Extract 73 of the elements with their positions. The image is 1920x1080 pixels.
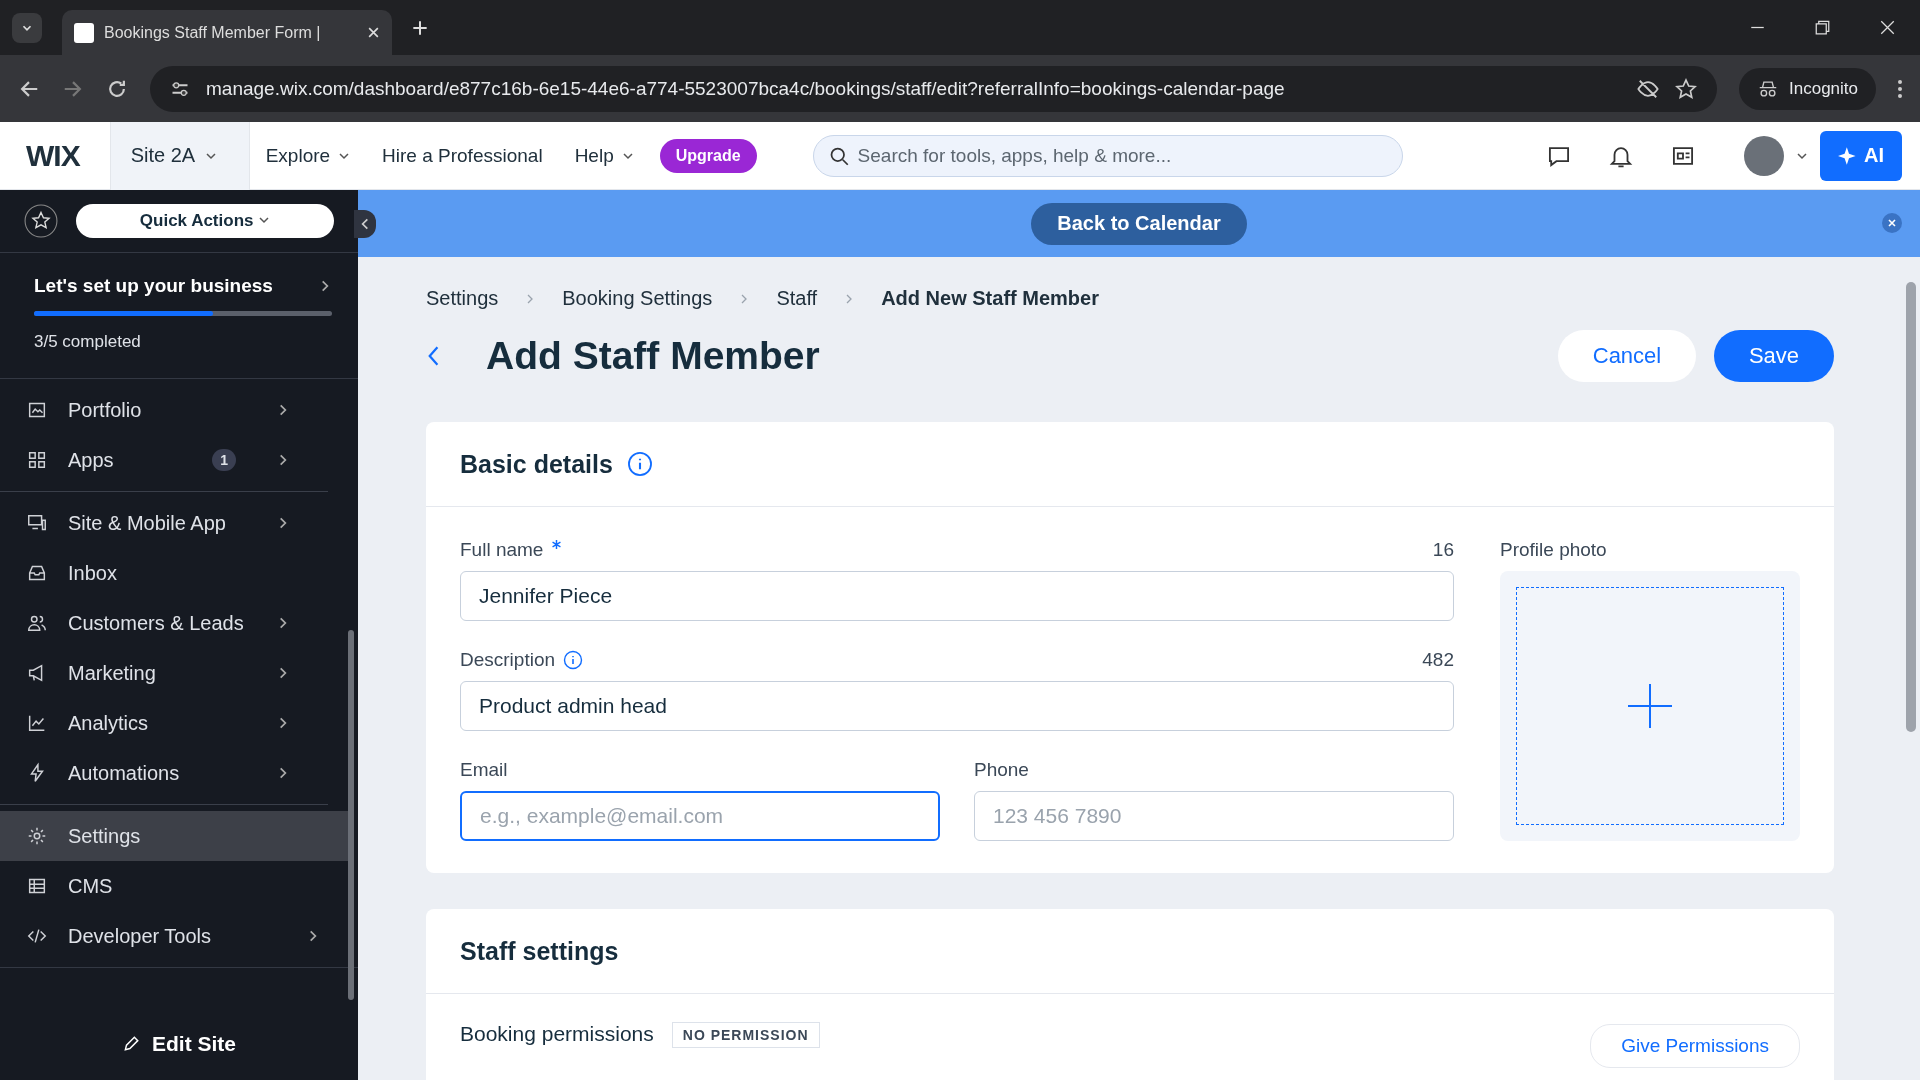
gear-icon — [26, 825, 48, 847]
ai-button[interactable]: AI — [1820, 130, 1902, 181]
full-name-field[interactable]: Jennifer Piece — [460, 571, 1454, 621]
character-count: 16 — [1432, 539, 1454, 561]
info-icon[interactable] — [563, 650, 584, 670]
plus-icon[interactable] — [1628, 684, 1672, 728]
field-label: Email — [460, 759, 508, 781]
caret-icon — [258, 214, 271, 226]
back-icon[interactable] — [426, 345, 440, 367]
browser-tab[interactable]: Bookings Staff Member Form | — [62, 10, 392, 55]
nav-menu-item[interactable]: Explore — [249, 144, 367, 167]
description-field[interactable]: Product admin head — [460, 681, 1454, 731]
scrollbar[interactable] — [1906, 282, 1916, 732]
sidebar-item[interactable]: Analytics — [0, 698, 358, 748]
field-label: Profile photo — [1500, 539, 1607, 561]
info-icon[interactable] — [626, 451, 653, 477]
breadcrumb-link[interactable]: Add New Staff Member — [881, 287, 1099, 310]
search-icon — [828, 145, 849, 166]
scrollbar[interactable] — [348, 630, 354, 1000]
edit-site-button[interactable]: Edit Site — [122, 1014, 236, 1080]
new-tab-icon[interactable] — [412, 19, 428, 36]
eye-slash-icon[interactable] — [1637, 77, 1659, 100]
sidebar-item[interactable]: Marketing — [0, 648, 358, 698]
wix-logo[interactable]: WIX — [0, 138, 110, 173]
sidebar-item[interactable]: Automations — [0, 748, 358, 798]
sidebar-item[interactable]: Settings — [0, 811, 348, 861]
quick-actions-button[interactable]: Quick Actions — [76, 204, 334, 238]
close-icon[interactable] — [367, 26, 380, 39]
section-title: Basic details — [460, 449, 613, 479]
cancel-button[interactable]: Cancel — [1558, 330, 1696, 382]
nav-menu-item[interactable]: Help — [558, 144, 650, 167]
search-field[interactable]: Search for tools, apps, help & more... — [812, 134, 1403, 177]
tab-list-button[interactable] — [12, 12, 42, 43]
sidebar-item[interactable]: Portfolio — [0, 385, 358, 435]
sidebar-item[interactable]: Customers & Leads — [0, 598, 358, 648]
phone-field[interactable]: 123 456 7890 — [974, 791, 1454, 841]
menu-icon[interactable] — [1898, 78, 1902, 99]
permissions-label: Booking permissions — [460, 1022, 654, 1046]
collapse-button[interactable] — [354, 210, 376, 238]
sidebar-item[interactable]: Site & Mobile App — [0, 498, 358, 548]
incognito-badge[interactable]: Incognito — [1739, 67, 1876, 110]
character-count: 482 — [1422, 649, 1454, 671]
section-title: Staff settings — [460, 936, 619, 966]
field-label: Description — [460, 649, 556, 671]
sidebar-item[interactable]: CMS — [0, 861, 348, 911]
avatar[interactable] — [1744, 135, 1784, 176]
star-icon[interactable] — [1675, 77, 1697, 100]
count-badge: 1 — [212, 449, 236, 471]
restore-icon[interactable] — [1815, 20, 1830, 35]
address-bar[interactable]: manage.wix.com/dashboard/e877c16b-6e15-44e6-a774-5523007bca4c/bookings/staff/edit?referralInfo=bookings-calendar-page — [150, 65, 1717, 112]
sidebar-item[interactable]: Apps 1 — [0, 435, 358, 485]
close-icon[interactable] — [1880, 20, 1895, 35]
email-field[interactable]: e.g., example@email.com — [460, 791, 940, 841]
grid-icon — [26, 449, 48, 471]
site-selector[interactable]: Site 2A — [109, 121, 250, 190]
sidebar-item[interactable]: Developer Tools — [0, 911, 348, 961]
breadcrumb-link[interactable]: Staff — [776, 287, 818, 310]
nav-menu-item[interactable]: Hire a Professional — [366, 144, 559, 167]
sidebar-item[interactable]: Inbox — [0, 548, 358, 598]
progress-text: 3/5 completed — [34, 332, 142, 352]
field-label: Full name — [460, 539, 544, 561]
setup-title[interactable]: Let's set up your business — [34, 275, 318, 297]
breadcrumb-link[interactable]: Booking Settings — [562, 287, 713, 310]
upgrade-button[interactable]: Upgrade — [659, 138, 757, 173]
back-to-calendar-button[interactable]: Back to Calendar — [1031, 202, 1247, 245]
status-badge: NO PERMISSION — [671, 1022, 820, 1048]
page-title: Add Staff Member — [486, 334, 820, 378]
pencil-icon — [122, 1035, 140, 1053]
save-button[interactable]: Save — [1714, 330, 1834, 382]
field-label: Phone — [974, 759, 1029, 781]
breadcrumb-link[interactable]: Settings — [426, 287, 499, 310]
give-permissions-button[interactable]: Give Permissions — [1590, 1024, 1800, 1068]
favicon-icon — [74, 22, 94, 43]
